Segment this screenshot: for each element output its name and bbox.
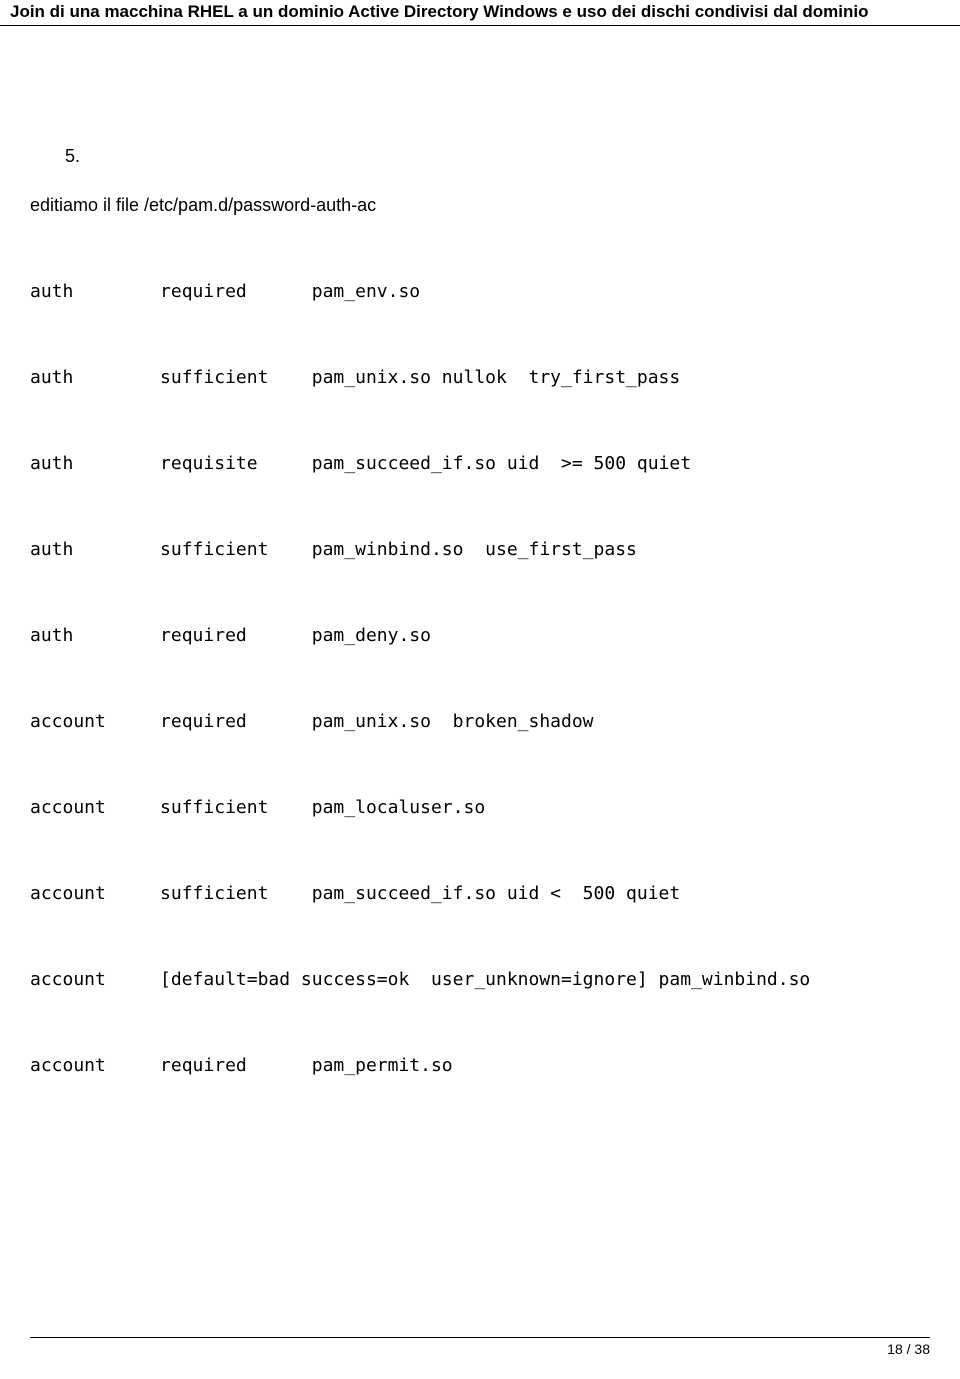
page-header: Join di una macchina RHEL a un dominio A…: [0, 0, 960, 26]
config-line: auth sufficient pam_winbind.so use_first…: [30, 539, 930, 560]
config-line: account required pam_unix.so broken_shad…: [30, 711, 930, 732]
config-line: account sufficient pam_succeed_if.so uid…: [30, 883, 930, 904]
page-number: 18 / 38: [887, 1341, 930, 1357]
page-content: 5. editiamo il file /etc/pam.d/password-…: [0, 146, 960, 1076]
config-line: auth requisite pam_succeed_if.so uid >= …: [30, 453, 930, 474]
step-number: 5.: [65, 146, 930, 167]
config-line: auth sufficient pam_unix.so nullok try_f…: [30, 367, 930, 388]
page-footer: 18 / 38: [30, 1337, 930, 1359]
config-line: account required pam_permit.so: [30, 1055, 930, 1076]
config-line: account sufficient pam_localuser.so: [30, 797, 930, 818]
step-intro: editiamo il file /etc/pam.d/password-aut…: [30, 195, 930, 216]
config-line: auth required pam_env.so: [30, 281, 930, 302]
config-line: auth required pam_deny.so: [30, 625, 930, 646]
config-line: account [default=bad success=ok user_unk…: [30, 969, 930, 990]
header-title: Join di una macchina RHEL a un dominio A…: [10, 2, 950, 22]
